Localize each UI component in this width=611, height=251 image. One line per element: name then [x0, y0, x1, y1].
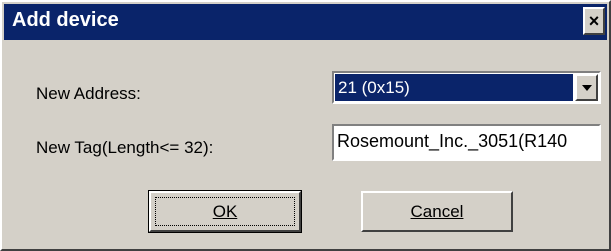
dropdown-button[interactable] [575, 74, 598, 101]
new-address-select[interactable]: 21 (0x15) [332, 71, 601, 104]
close-button[interactable]: × [583, 7, 605, 35]
window-title: Add device [12, 9, 119, 31]
add-device-dialog: Add device × New Address: 21 (0x15) New … [0, 0, 611, 251]
new-address-value[interactable]: 21 (0x15) [335, 74, 573, 101]
new-tag-input[interactable]: Rosemount_Inc._3051(R140 [332, 124, 601, 161]
close-icon: × [588, 11, 600, 31]
ok-button[interactable]: OK [148, 190, 302, 233]
focus-indicator [155, 197, 295, 226]
chevron-down-icon [581, 84, 592, 91]
cancel-button-label: Cancel [410, 201, 464, 221]
new-tag-label: New Tag(Length<= 32): [36, 138, 214, 157]
new-address-label: New Address: [36, 84, 141, 103]
title-bar[interactable]: Add device × [4, 4, 607, 40]
cancel-button[interactable]: Cancel [361, 191, 513, 232]
